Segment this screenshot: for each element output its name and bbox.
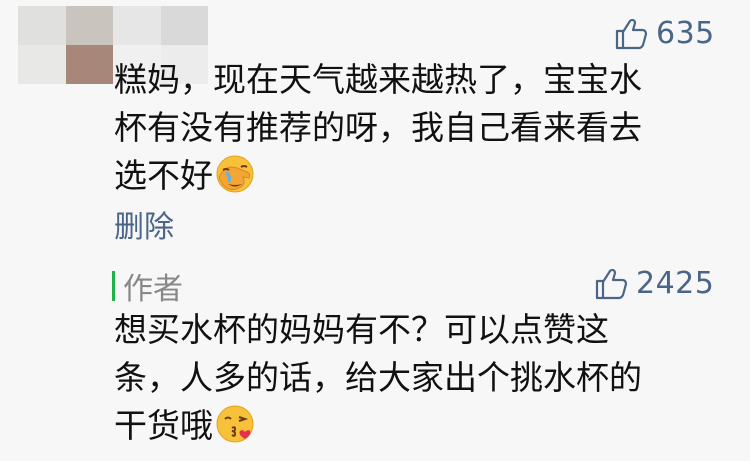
facepalm-laughing-emoji-icon: [215, 154, 255, 207]
reply-line-with-emoji: 干货哦: [114, 402, 714, 457]
kissing-heart-emoji-icon: [215, 404, 255, 457]
comment-line: 糕妈，现在天气越来越热了，宝宝水: [114, 60, 642, 99]
reply-like-button[interactable]: 2425: [594, 266, 714, 301]
thumbs-up-icon: [594, 267, 628, 301]
author-label: 作者: [123, 272, 183, 307]
comment-text: 糕妈，现在天气越来越热了，宝宝水 杯有没有推荐的呀，我自己看来看去 选不好: [114, 56, 714, 207]
like-count: 635: [656, 16, 715, 51]
comment-line: 杯有没有推荐的呀，我自己看来看去: [114, 108, 642, 147]
reply-line: 条，人多的话，给大家出个挑水杯的: [114, 358, 642, 397]
like-button[interactable]: 635: [614, 16, 715, 51]
thumbs-up-icon: [614, 17, 648, 51]
reply-like-count: 2425: [636, 266, 715, 301]
author-indicator-bar: [112, 271, 115, 301]
reply-text: 想买水杯的妈妈有不？可以点赞这 条，人多的话，给大家出个挑水杯的 干货哦: [114, 306, 714, 457]
reply-line: 干货哦: [114, 406, 213, 445]
comment-line-with-emoji: 选不好: [114, 152, 714, 207]
delete-button[interactable]: 删除: [114, 202, 174, 246]
author-reply-header: 作者: [112, 264, 183, 308]
reply-line: 想买水杯的妈妈有不？可以点赞这: [114, 310, 609, 349]
comment-line: 选不好: [114, 156, 213, 195]
